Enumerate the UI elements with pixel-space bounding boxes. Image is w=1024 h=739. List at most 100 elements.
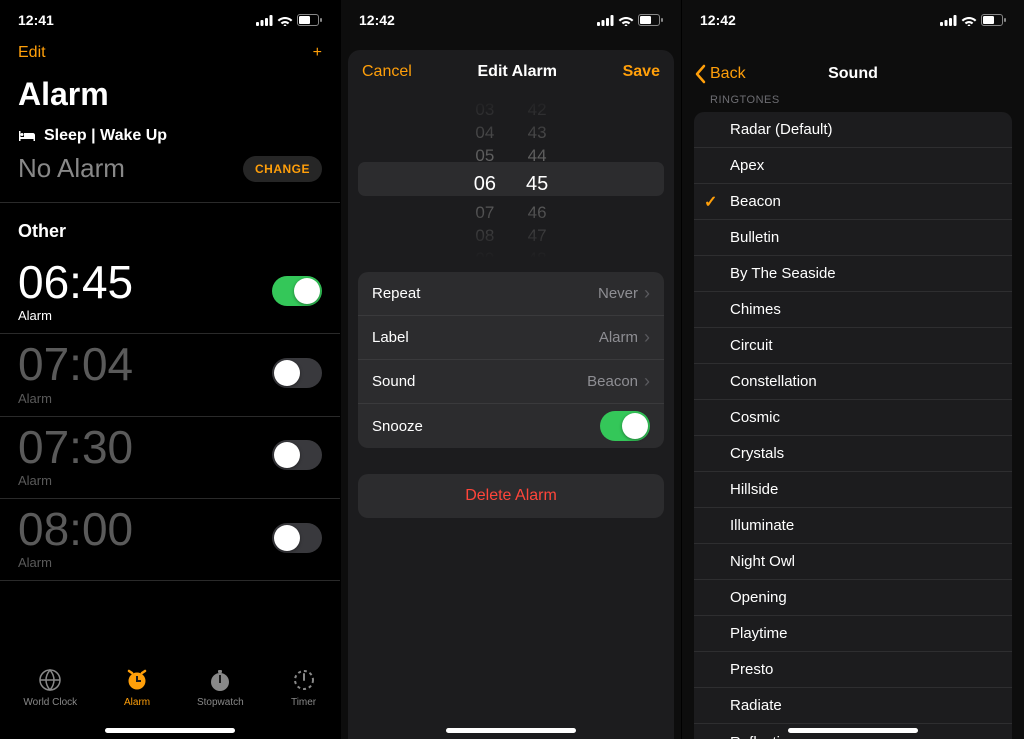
ringtone-row[interactable]: Constellation	[694, 364, 1012, 400]
picker-value: 43	[528, 121, 547, 144]
status-bar: 12:42	[682, 0, 1024, 40]
alarm-time: 06:45	[18, 258, 133, 306]
time-picker[interactable]: 03040506070809 42434445464748	[358, 98, 664, 258]
battery-icon	[638, 14, 663, 26]
home-indicator[interactable]	[446, 728, 576, 733]
picker-value: 45	[526, 167, 548, 201]
ringtone-row[interactable]: Playtime	[694, 616, 1012, 652]
ringtone-name: Playtime	[730, 625, 788, 642]
delete-alarm-button[interactable]: Delete Alarm	[358, 474, 664, 518]
alarm-row[interactable]: 07:04Alarm	[0, 334, 340, 416]
alarm-row[interactable]: 08:00Alarm	[0, 499, 340, 581]
save-button[interactable]: Save	[623, 63, 660, 81]
snooze-toggle[interactable]	[600, 411, 650, 441]
tab-timer[interactable]: Timer	[291, 667, 317, 708]
ringtone-name: Bulletin	[730, 229, 779, 246]
picker-value: 05	[475, 144, 494, 167]
alarm-toggle[interactable]	[272, 276, 322, 306]
page-title: Alarm	[0, 72, 340, 123]
sleep-header: Sleep | Wake Up	[0, 123, 340, 151]
tab-label: Timer	[291, 697, 316, 708]
ringtone-row[interactable]: Illuminate	[694, 508, 1012, 544]
ringtone-row[interactable]: By The Seaside	[694, 256, 1012, 292]
other-header: Other	[0, 203, 340, 252]
home-indicator[interactable]	[105, 728, 235, 733]
ringtone-row[interactable]: Crystals	[694, 436, 1012, 472]
change-button[interactable]: CHANGE	[243, 156, 322, 182]
cancel-button[interactable]: Cancel	[362, 63, 412, 81]
sleep-header-label: Sleep | Wake Up	[44, 127, 167, 145]
signal-icon	[940, 15, 957, 26]
picker-value: 03	[475, 98, 494, 121]
minute-picker-column[interactable]: 42434445464748	[526, 98, 548, 258]
edit-button[interactable]: Edit	[18, 44, 46, 62]
ringtone-row[interactable]: Bulletin	[694, 220, 1012, 256]
picker-value: 08	[475, 224, 494, 247]
nav-bar: Back Sound	[682, 52, 1024, 96]
status-icons	[256, 14, 322, 26]
wifi-icon	[277, 15, 293, 26]
sheet-title: Edit Alarm	[478, 63, 557, 81]
ringtone-name: Night Owl	[730, 553, 795, 570]
edit-alarm-screen: 12:42 Cancel Edit Alarm Save 03040506070…	[341, 0, 682, 739]
tab-alarm[interactable]: Alarm	[124, 667, 150, 708]
tab-stopwatch[interactable]: Stopwatch	[197, 667, 244, 708]
ringtone-name: Apex	[730, 157, 764, 174]
sound-row[interactable]: Sound Beacon›	[358, 360, 664, 404]
ringtone-name: Hillside	[730, 481, 778, 498]
alarm-toggle[interactable]	[272, 358, 322, 388]
status-bar: 12:41	[0, 0, 340, 40]
ringtone-row[interactable]: Opening	[694, 580, 1012, 616]
alarm-time: 08:00	[18, 505, 133, 553]
signal-icon	[597, 15, 614, 26]
hour-picker-column[interactable]: 03040506070809	[474, 98, 496, 258]
alarm-row[interactable]: 07:30 Alarm	[0, 417, 340, 499]
status-icons	[597, 14, 663, 26]
tab-world-clock[interactable]: World Clock	[23, 667, 77, 708]
add-alarm-button[interactable]: +	[313, 43, 322, 63]
ringtone-row[interactable]: Radar (Default)	[694, 112, 1012, 148]
alarm-time: 07:04	[18, 340, 133, 388]
ringtone-row[interactable]: Radiate	[694, 688, 1012, 724]
alarm-toggle[interactable]	[272, 440, 322, 470]
picker-value: 46	[528, 201, 547, 224]
ringtone-list: Radar (Default) Apex ✓Beacon Bulletin By The…	[694, 112, 1012, 739]
snooze-label: Snooze	[372, 418, 423, 435]
status-time: 12:41	[18, 12, 54, 28]
ringtone-row[interactable]: Cosmic	[694, 400, 1012, 436]
edit-alarm-sheet: Cancel Edit Alarm Save 03040506070809 42…	[348, 50, 674, 739]
no-alarm-label: No Alarm	[18, 153, 125, 184]
signal-icon	[256, 15, 273, 26]
back-label: Back	[710, 65, 746, 83]
back-button[interactable]: Back	[694, 64, 746, 84]
label-row[interactable]: Label Alarm›	[358, 316, 664, 360]
alarm-label: Alarm	[18, 473, 133, 488]
chevron-right-icon: ›	[644, 371, 650, 392]
ringtone-row[interactable]: Presto	[694, 652, 1012, 688]
sound-value: Beacon	[587, 373, 638, 390]
label-label: Label	[372, 329, 409, 346]
alarm-list-screen: 12:41 Edit + Alarm Sleep | Wake Up No Al…	[0, 0, 341, 739]
ringtone-row[interactable]: Apex	[694, 148, 1012, 184]
alarm-toggle[interactable]	[272, 523, 322, 553]
ringtone-row[interactable]: Chimes	[694, 292, 1012, 328]
alarm-row[interactable]: 06:45Alarm	[0, 252, 340, 334]
chevron-left-icon	[694, 64, 706, 84]
chevron-right-icon: ›	[644, 283, 650, 304]
sheet-nav: Cancel Edit Alarm Save	[348, 50, 674, 94]
picker-value: 07	[475, 201, 494, 224]
status-time: 12:42	[359, 12, 395, 28]
ringtone-row[interactable]: ✓Beacon	[694, 184, 1012, 220]
alarm-time: 07:30	[18, 423, 133, 471]
home-indicator[interactable]	[788, 728, 918, 733]
ringtone-row[interactable]: Hillside	[694, 472, 1012, 508]
repeat-row[interactable]: Repeat Never›	[358, 272, 664, 316]
globe-icon	[37, 667, 63, 693]
ringtone-row[interactable]: Circuit	[694, 328, 1012, 364]
ringtone-name: By The Seaside	[730, 265, 836, 282]
ringtone-row[interactable]: Night Owl	[694, 544, 1012, 580]
status-bar: 12:42	[341, 0, 681, 40]
tab-label: World Clock	[23, 697, 77, 708]
picker-value: 44	[528, 144, 547, 167]
ringtone-name: Opening	[730, 589, 787, 606]
